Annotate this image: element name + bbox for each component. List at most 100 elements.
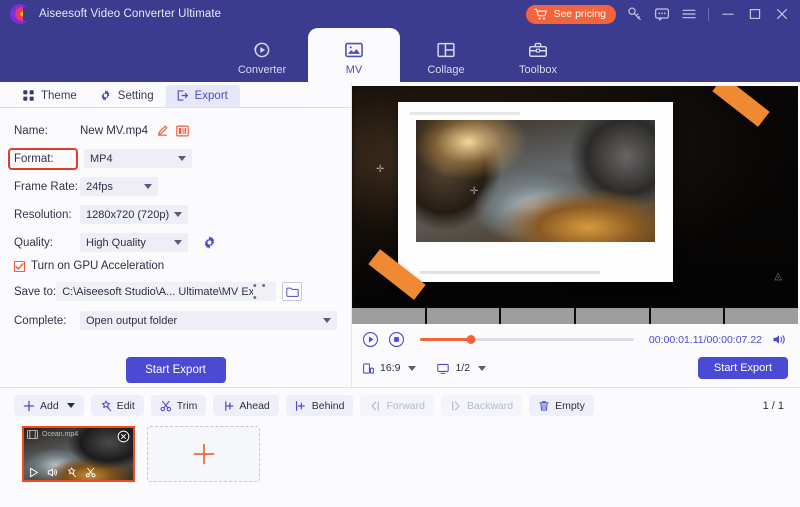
quality-select[interactable]: High Quality (80, 233, 188, 252)
aspect-ratio-select[interactable]: 16:9 (362, 362, 416, 375)
scale-select[interactable]: 1/2 (436, 362, 486, 375)
tab-mv[interactable]: MV (308, 28, 400, 82)
advanced-settings-gear-icon[interactable] (202, 235, 217, 250)
tab-converter-label: Converter (238, 64, 286, 76)
trash-icon (538, 400, 550, 412)
app-branding: Aiseesoft Video Converter Ultimate (10, 4, 221, 24)
frame-rate-select[interactable]: 24fps (80, 177, 158, 196)
insert-after-icon (295, 400, 307, 412)
divider (708, 8, 709, 21)
menu-icon[interactable] (681, 6, 697, 22)
chevron-down-icon (178, 156, 186, 161)
complete-value: Open output folder (86, 315, 177, 327)
chevron-down-icon (174, 240, 182, 245)
trim-button[interactable]: Trim (151, 395, 207, 416)
format-select[interactable]: MP4 (84, 149, 192, 168)
preview-start-export-button[interactable]: Start Export (698, 357, 788, 379)
sub-tab-setting[interactable]: Setting (89, 85, 166, 107)
scissors-icon[interactable] (85, 467, 97, 478)
monitor-icon (436, 362, 450, 375)
volume-icon[interactable] (47, 467, 59, 478)
complete-action-select[interactable]: Open output folder (80, 311, 337, 330)
feedback-chat-icon[interactable] (654, 6, 670, 22)
chevron-down-icon (323, 318, 331, 323)
stop-circle-icon[interactable] (388, 331, 405, 348)
scissors-icon (160, 400, 172, 412)
add-button[interactable]: Add (14, 395, 84, 416)
form-row-format: Format: MP4 (14, 146, 337, 171)
edit-button[interactable]: Edit (91, 395, 144, 416)
progress-knob[interactable] (467, 335, 476, 344)
close-circle-icon[interactable] (117, 430, 130, 443)
resolution-select[interactable]: 1280x720 (720p) (80, 205, 188, 224)
filmstrip-cell (501, 308, 574, 324)
tab-toolbox-label: Toolbox (519, 64, 557, 76)
sub-tab-export[interactable]: Export (166, 85, 240, 107)
insert-before-icon (222, 400, 234, 412)
progress-slider[interactable] (420, 338, 634, 341)
resolution-label: Resolution: (14, 209, 80, 221)
ahead-label: Ahead (239, 400, 269, 412)
page-indicator: 1 / 1 (763, 400, 788, 412)
key-icon[interactable] (627, 6, 643, 22)
save-to-path-field[interactable]: C:\Aiseesoft Studio\A... Ultimate\MV Exp… (56, 282, 276, 301)
browse-ellipsis-button[interactable]: • • • (253, 280, 272, 304)
sub-tab-export-label: Export (195, 90, 228, 102)
name-label: Name: (14, 125, 80, 137)
sub-tab-setting-label: Setting (118, 90, 154, 102)
tab-converter[interactable]: Converter (216, 28, 308, 82)
storyboard-thumbnails: Ocean.mp4 (0, 416, 800, 482)
gear-icon (99, 89, 112, 102)
gpu-acceleration-checkbox[interactable]: Turn on GPU Acceleration (14, 260, 337, 272)
close-icon[interactable] (774, 6, 790, 22)
playback-controls: 00:00:01.11/00:00:07.22 16:9 (352, 324, 800, 379)
start-export-button[interactable]: Start Export (126, 357, 226, 383)
video-preview-stage[interactable]: ✛ ✛ ✛ ◬ (352, 86, 798, 308)
quality-label: Quality: (14, 237, 80, 249)
tab-collage[interactable]: Collage (400, 28, 492, 82)
resolution-value: 1280x720 (720p) (86, 209, 169, 221)
open-folder-button[interactable] (282, 282, 302, 301)
empty-button[interactable]: Empty (529, 395, 594, 416)
forward-label: Forward (386, 400, 425, 412)
checkbox-checked-icon (14, 261, 25, 272)
aspect-ratio-value: 16:9 (380, 362, 400, 374)
timeline-filmstrip[interactable] (352, 308, 798, 324)
progress-fill (420, 338, 471, 341)
collage-icon (435, 39, 457, 61)
see-pricing-button[interactable]: See pricing (526, 5, 616, 24)
watermark-icon: ◬ (774, 271, 782, 282)
form-row-complete: Complete: Open output folder (14, 308, 337, 333)
complete-label: Complete: (14, 315, 80, 327)
chevron-down-icon (478, 366, 486, 371)
ahead-button[interactable]: Ahead (213, 395, 278, 416)
maximize-icon[interactable] (747, 6, 763, 22)
cart-icon (534, 8, 548, 21)
tab-mv-label: MV (346, 64, 363, 76)
form-row-frame-rate: Frame Rate: 24fps (14, 174, 337, 199)
frame-line-top (410, 112, 520, 115)
minimize-icon[interactable] (720, 6, 736, 22)
move-left-icon (369, 400, 381, 412)
behind-button[interactable]: Behind (286, 395, 354, 416)
quality-value: High Quality (86, 237, 146, 249)
aspect-ratio-icon (362, 362, 375, 375)
media-info-icon[interactable] (176, 125, 189, 137)
thumbnail-item[interactable]: Ocean.mp4 (22, 426, 135, 482)
chevron-down-icon (408, 366, 416, 371)
play-icon[interactable] (28, 467, 40, 478)
trim-label: Trim (177, 400, 198, 412)
sub-tab-theme-label: Theme (41, 90, 77, 102)
add-thumbnail-button[interactable] (147, 426, 260, 482)
chevron-down-icon (174, 212, 182, 217)
sub-tab-theme[interactable]: Theme (12, 85, 89, 107)
tab-toolbox[interactable]: Toolbox (492, 28, 584, 82)
edit-pencil-icon[interactable] (156, 124, 169, 137)
save-to-value: C:\Aiseesoft Studio\A... Ultimate\MV Exp… (62, 286, 253, 298)
save-to-label: Save to: (14, 286, 56, 298)
thumbnail-header: Ocean.mp4 (27, 430, 130, 439)
play-circle-icon[interactable] (362, 331, 379, 348)
app-window: Aiseesoft Video Converter Ultimate See p… (0, 0, 800, 507)
magic-wand-icon[interactable] (66, 467, 78, 478)
volume-icon[interactable] (771, 331, 788, 348)
